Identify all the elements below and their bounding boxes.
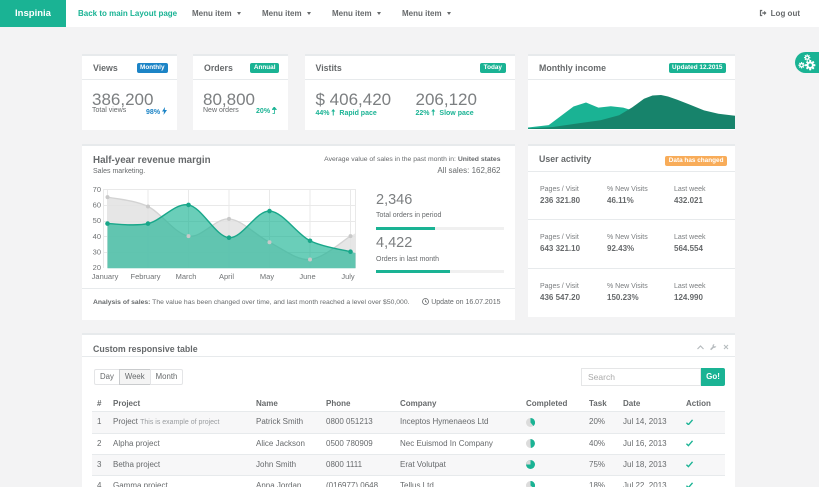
svg-text:60: 60 — [93, 200, 101, 209]
svg-text:50: 50 — [93, 216, 101, 225]
svg-text:March: March — [176, 272, 197, 281]
svg-text:June: June — [299, 272, 315, 281]
svg-text:April: April — [219, 272, 234, 281]
svg-text:40: 40 — [93, 232, 101, 241]
svg-text:20: 20 — [93, 263, 101, 272]
svg-text:May: May — [260, 272, 274, 281]
svg-text:70: 70 — [93, 185, 101, 194]
svg-text:January: January — [92, 272, 119, 281]
svg-text:July: July — [341, 272, 355, 281]
svg-text:February: February — [130, 272, 160, 281]
svg-text:30: 30 — [93, 247, 101, 256]
